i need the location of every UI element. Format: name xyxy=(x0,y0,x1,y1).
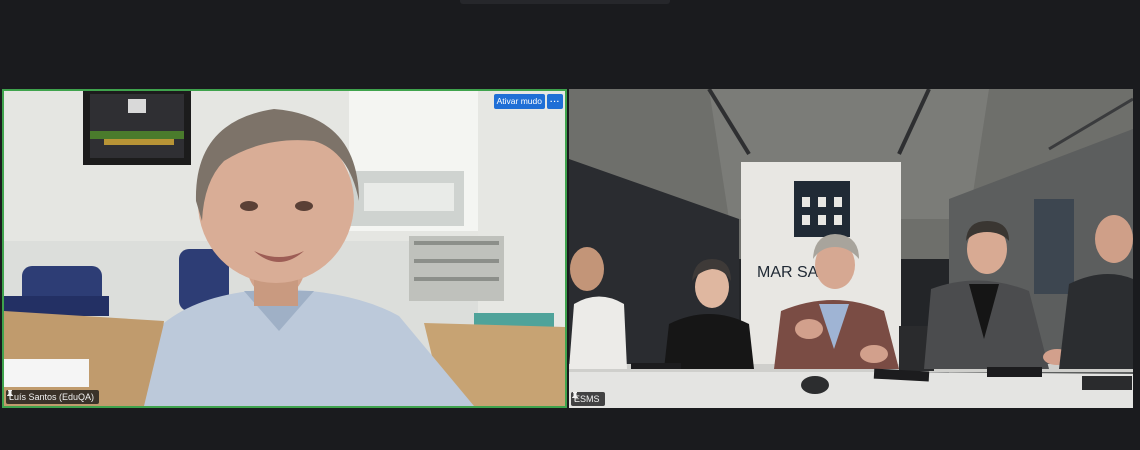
top-drag-handle[interactable] xyxy=(460,0,670,4)
pin-icon xyxy=(572,392,578,401)
video-tile-esms[interactable]: MAR SAR ESMS xyxy=(569,89,1133,408)
video-feed-esms: MAR SAR xyxy=(569,89,1133,408)
pin-icon xyxy=(7,390,13,399)
video-feed-luis-santos xyxy=(4,91,565,406)
participant-name-tag: Luís Santos (EduQA) xyxy=(6,390,100,404)
participant-name-tag: ESMS xyxy=(571,392,605,406)
more-options-button[interactable]: ··· xyxy=(547,94,563,109)
participant-name: Luís Santos (EduQA) xyxy=(9,392,95,402)
video-tile-luis-santos[interactable]: Ativar mudo ··· Luís Santos (EduQA) xyxy=(2,89,567,408)
unmute-button[interactable]: Ativar mudo xyxy=(493,94,545,109)
